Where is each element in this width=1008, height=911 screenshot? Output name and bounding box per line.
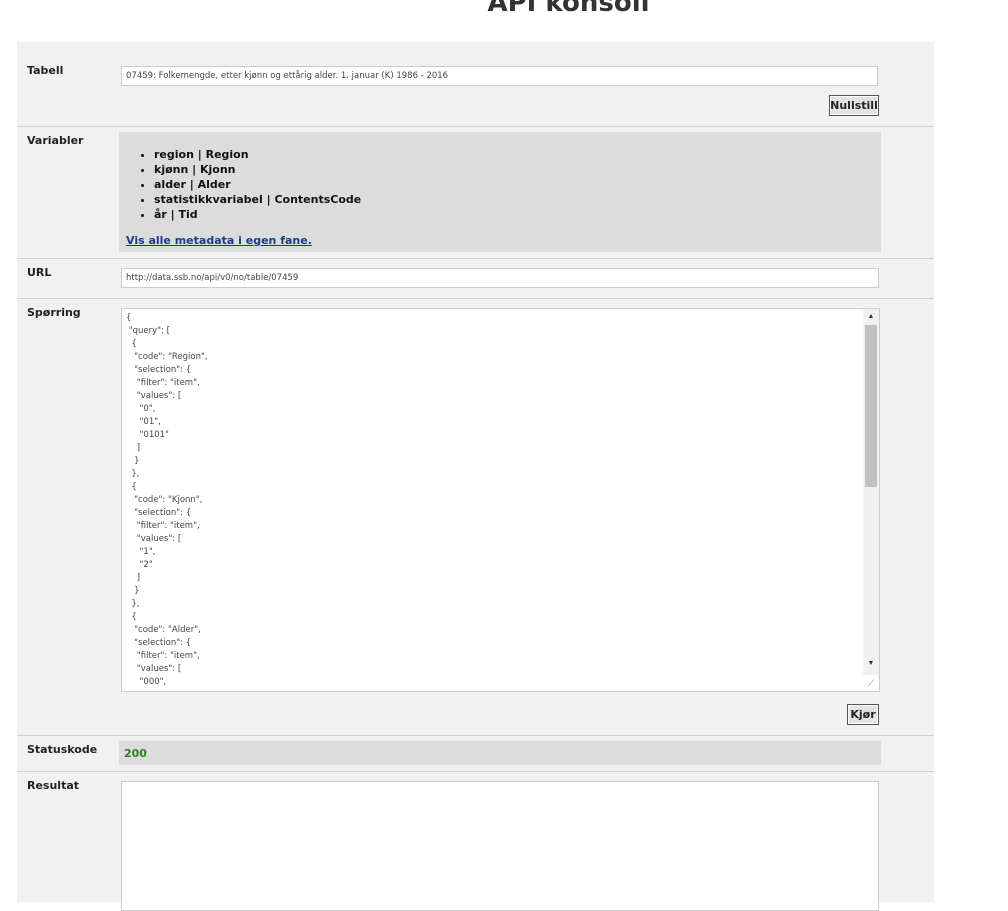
variable-item: region | Region: [154, 147, 361, 162]
query-text[interactable]: { "query": [ { "code": "Region", "select…: [126, 312, 208, 689]
reset-button[interactable]: Nullstill: [829, 95, 879, 116]
divider: [17, 258, 934, 259]
tabell-label: Tabell: [27, 64, 64, 77]
variables-box: region | Region kjønn | Kjonn alder | Al…: [119, 132, 881, 252]
divider: [17, 771, 934, 772]
url-input[interactable]: http://data.ssb.no/api/v0/no/table/07459: [121, 268, 879, 288]
page-title: API konsoll: [487, 0, 650, 18]
result-output[interactable]: [121, 781, 879, 911]
status-code-value: 200: [124, 747, 147, 760]
sporring-label: Spørring: [27, 306, 81, 319]
console-panel: Tabell 07459: Folkemengde, etter kjønn o…: [17, 42, 934, 911]
scroll-thumb[interactable]: [865, 325, 877, 487]
variable-item: statistikkvariabel | ContentsCode: [154, 192, 361, 207]
variables-list: region | Region kjønn | Kjonn alder | Al…: [136, 147, 361, 222]
scroll-down-arrow-icon[interactable]: ▼: [863, 657, 879, 671]
divider: [17, 126, 934, 127]
variable-item: alder | Alder: [154, 177, 361, 192]
variable-item: år | Tid: [154, 207, 361, 222]
status-box: 200: [119, 741, 881, 765]
query-textarea[interactable]: { "query": [ { "code": "Region", "select…: [121, 308, 880, 692]
divider: [17, 735, 934, 736]
resultat-label: Resultat: [27, 779, 80, 792]
variabler-label: Variabler: [27, 134, 84, 147]
statuskode-label: Statuskode: [27, 743, 98, 756]
metadata-link[interactable]: Vis alle metadata i egen fane.: [126, 234, 312, 247]
scroll-up-arrow-icon[interactable]: ▲: [863, 310, 879, 324]
variable-item: kjønn | Kjonn: [154, 162, 361, 177]
divider: [17, 298, 934, 299]
tabell-input[interactable]: 07459: Folkemengde, etter kjønn og ettår…: [121, 66, 878, 86]
query-scrollbar[interactable]: ▲ ▼: [863, 309, 879, 675]
resize-grip-icon[interactable]: ⟋: [863, 675, 879, 691]
run-button[interactable]: Kjør: [847, 704, 879, 725]
url-label: URL: [27, 266, 52, 279]
